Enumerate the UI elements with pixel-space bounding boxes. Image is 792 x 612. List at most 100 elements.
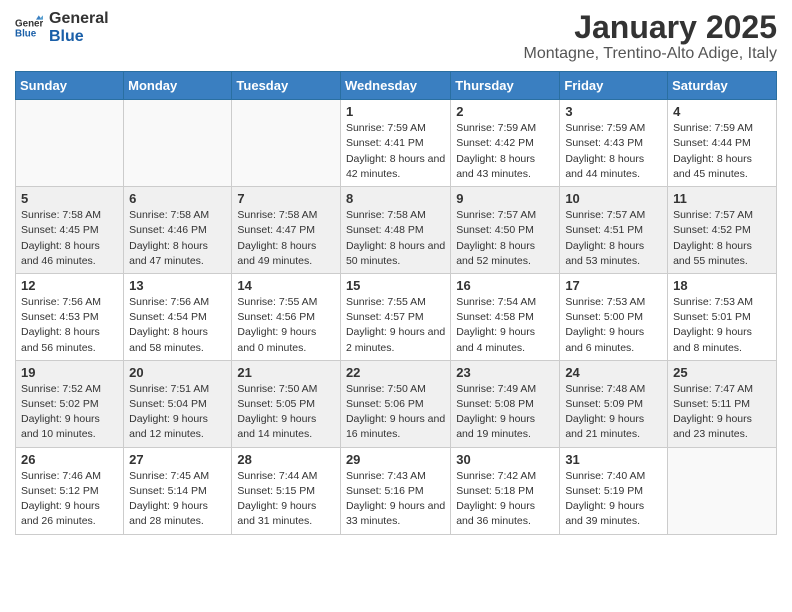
day-number: 1 xyxy=(346,104,445,119)
day-number: 27 xyxy=(129,452,226,467)
day-number: 25 xyxy=(673,365,771,380)
day-number: 22 xyxy=(346,365,445,380)
day-info: Sunrise: 7:40 AMSunset: 5:19 PMDaylight:… xyxy=(565,469,662,530)
day-number: 31 xyxy=(565,452,662,467)
table-row: 11 Sunrise: 7:57 AMSunset: 4:52 PMDayligh… xyxy=(668,187,777,274)
table-row: 3Sunrise: 7:59 AMSunset: 4:43 PMDaylight… xyxy=(560,100,668,187)
col-monday: Monday xyxy=(124,72,232,100)
col-wednesday: Wednesday xyxy=(340,72,450,100)
calendar-week-row: 19Sunrise: 7:52 AMSunset: 5:02 PMDayligh… xyxy=(16,360,777,447)
table-row: 9 Sunrise: 7:57 AMSunset: 4:50 PMDaylight… xyxy=(451,187,560,274)
calendar-header-row: Sunday Monday Tuesday Wednesday Thursday… xyxy=(16,72,777,100)
day-number: 24 xyxy=(565,365,662,380)
day-info: Sunrise: 7:57 AMSunset: 4:52 PMDaylight:… xyxy=(673,208,771,269)
calendar-week-row: 1 Sunrise: 7:59 AMSunset: 4:41 PMDaylight… xyxy=(16,100,777,187)
table-row: 30Sunrise: 7:42 AMSunset: 5:18 PMDayligh… xyxy=(451,447,560,534)
table-row: 6 Sunrise: 7:58 AMSunset: 4:46 PMDaylight… xyxy=(124,187,232,274)
day-number: 18 xyxy=(673,278,771,293)
table-row: 1 Sunrise: 7:59 AMSunset: 4:41 PMDaylight… xyxy=(340,100,450,187)
table-row: 20 Sunrise: 7:51 AMSunset: 5:04 PMDayligh… xyxy=(124,360,232,447)
col-friday: Friday xyxy=(560,72,668,100)
table-row: 10Sunrise: 7:57 AMSunset: 4:51 PMDayligh… xyxy=(560,187,668,274)
table-row: 2Sunrise: 7:59 AMSunset: 4:42 PMDaylight… xyxy=(451,100,560,187)
day-number: 29 xyxy=(346,452,445,467)
table-row: 13 Sunrise: 7:56 AMSunset: 4:54 PMDayligh… xyxy=(124,273,232,360)
col-saturday: Saturday xyxy=(668,72,777,100)
calendar-week-row: 26 Sunrise: 7:46 AMSunset: 5:12 PMDayligh… xyxy=(16,447,777,534)
day-number: 15 xyxy=(346,278,445,293)
table-row: 8 Sunrise: 7:58 AMSunset: 4:48 PMDaylight… xyxy=(340,187,450,274)
table-row: 15Sunrise: 7:55 AMSunset: 4:57 PMDayligh… xyxy=(340,273,450,360)
svg-text:Blue: Blue xyxy=(15,28,37,39)
table-row: 17 Sunrise: 7:53 AMSunset: 5:00 PMDayligh… xyxy=(560,273,668,360)
day-info: Sunrise: 7:54 AMSunset: 4:58 PMDaylight:… xyxy=(456,295,554,356)
table-row: 26 Sunrise: 7:46 AMSunset: 5:12 PMDayligh… xyxy=(16,447,124,534)
day-number: 21 xyxy=(237,365,335,380)
day-number: 28 xyxy=(237,452,335,467)
logo: General Blue General Blue xyxy=(15,10,109,45)
table-row: 22 Sunrise: 7:50 AMSunset: 5:06 PMDayligh… xyxy=(340,360,450,447)
day-number: 6 xyxy=(129,191,226,206)
table-row: 12 Sunrise: 7:56 AMSunset: 4:53 PMDayligh… xyxy=(16,273,124,360)
col-tuesday: Tuesday xyxy=(232,72,341,100)
day-info: Sunrise: 7:53 AMSunset: 5:01 PMDaylight:… xyxy=(673,295,771,356)
day-number: 26 xyxy=(21,452,118,467)
day-number: 3 xyxy=(565,104,662,119)
table-row xyxy=(16,100,124,187)
day-info: Sunrise: 7:57 AMSunset: 4:51 PMDaylight:… xyxy=(565,208,662,269)
calendar-table: Sunday Monday Tuesday Wednesday Thursday… xyxy=(15,71,777,534)
day-info: Sunrise: 7:48 AMSunset: 5:09 PMDaylight:… xyxy=(565,382,662,443)
day-number: 17 xyxy=(565,278,662,293)
day-info: Sunrise: 7:57 AMSunset: 4:50 PMDaylight:… xyxy=(456,208,554,269)
day-info: Sunrise: 7:51 AMSunset: 5:04 PMDaylight:… xyxy=(129,382,226,443)
table-row xyxy=(668,447,777,534)
table-row: 18 Sunrise: 7:53 AMSunset: 5:01 PMDayligh… xyxy=(668,273,777,360)
day-info: Sunrise: 7:56 AMSunset: 4:54 PMDaylight:… xyxy=(129,295,226,356)
day-info: Sunrise: 7:59 AMSunset: 4:44 PMDaylight:… xyxy=(673,121,771,182)
table-row xyxy=(232,100,341,187)
table-row: 29Sunrise: 7:43 AMSunset: 5:16 PMDayligh… xyxy=(340,447,450,534)
day-number: 13 xyxy=(129,278,226,293)
day-info: Sunrise: 7:58 AMSunset: 4:46 PMDaylight:… xyxy=(129,208,226,269)
calendar-title: January 2025 xyxy=(524,10,777,45)
day-info: Sunrise: 7:59 AMSunset: 4:42 PMDaylight:… xyxy=(456,121,554,182)
day-number: 14 xyxy=(237,278,335,293)
day-info: Sunrise: 7:53 AMSunset: 5:00 PMDaylight:… xyxy=(565,295,662,356)
table-row: 4 Sunrise: 7:59 AMSunset: 4:44 PMDaylight… xyxy=(668,100,777,187)
table-row: 5Sunrise: 7:58 AMSunset: 4:45 PMDaylight… xyxy=(16,187,124,274)
day-number: 12 xyxy=(21,278,118,293)
day-info: Sunrise: 7:47 AMSunset: 5:11 PMDaylight:… xyxy=(673,382,771,443)
day-number: 9 xyxy=(456,191,554,206)
table-row: 31 Sunrise: 7:40 AMSunset: 5:19 PMDayligh… xyxy=(560,447,668,534)
day-number: 23 xyxy=(456,365,554,380)
day-info: Sunrise: 7:55 AMSunset: 4:56 PMDaylight:… xyxy=(237,295,335,356)
logo-text-blue: Blue xyxy=(49,28,109,46)
day-info: Sunrise: 7:58 AMSunset: 4:48 PMDaylight:… xyxy=(346,208,445,269)
calendar-subtitle: Montagne, Trentino-Alto Adige, Italy xyxy=(524,45,777,63)
table-row: 24 Sunrise: 7:48 AMSunset: 5:09 PMDayligh… xyxy=(560,360,668,447)
day-info: Sunrise: 7:56 AMSunset: 4:53 PMDaylight:… xyxy=(21,295,118,356)
table-row: 16Sunrise: 7:54 AMSunset: 4:58 PMDayligh… xyxy=(451,273,560,360)
day-info: Sunrise: 7:52 AMSunset: 5:02 PMDaylight:… xyxy=(21,382,118,443)
day-info: Sunrise: 7:58 AMSunset: 4:47 PMDaylight:… xyxy=(237,208,335,269)
logo-text-general: General xyxy=(49,10,109,28)
table-row: 28Sunrise: 7:44 AMSunset: 5:15 PMDayligh… xyxy=(232,447,341,534)
table-row: 25 Sunrise: 7:47 AMSunset: 5:11 PMDayligh… xyxy=(668,360,777,447)
day-info: Sunrise: 7:46 AMSunset: 5:12 PMDaylight:… xyxy=(21,469,118,530)
day-number: 8 xyxy=(346,191,445,206)
day-info: Sunrise: 7:58 AMSunset: 4:45 PMDaylight:… xyxy=(21,208,118,269)
title-block: January 2025 Montagne, Trentino-Alto Adi… xyxy=(524,10,777,63)
day-number: 11 xyxy=(673,191,771,206)
table-row: 27 Sunrise: 7:45 AMSunset: 5:14 PMDayligh… xyxy=(124,447,232,534)
day-info: Sunrise: 7:45 AMSunset: 5:14 PMDaylight:… xyxy=(129,469,226,530)
day-info: Sunrise: 7:42 AMSunset: 5:18 PMDaylight:… xyxy=(456,469,554,530)
table-row: 23 Sunrise: 7:49 AMSunset: 5:08 PMDayligh… xyxy=(451,360,560,447)
table-row xyxy=(124,100,232,187)
day-info: Sunrise: 7:50 AMSunset: 5:06 PMDaylight:… xyxy=(346,382,445,443)
day-number: 4 xyxy=(673,104,771,119)
day-info: Sunrise: 7:59 AMSunset: 4:41 PMDaylight:… xyxy=(346,121,445,182)
day-number: 7 xyxy=(237,191,335,206)
day-number: 20 xyxy=(129,365,226,380)
table-row: 14 Sunrise: 7:55 AMSunset: 4:56 PMDayligh… xyxy=(232,273,341,360)
day-info: Sunrise: 7:49 AMSunset: 5:08 PMDaylight:… xyxy=(456,382,554,443)
